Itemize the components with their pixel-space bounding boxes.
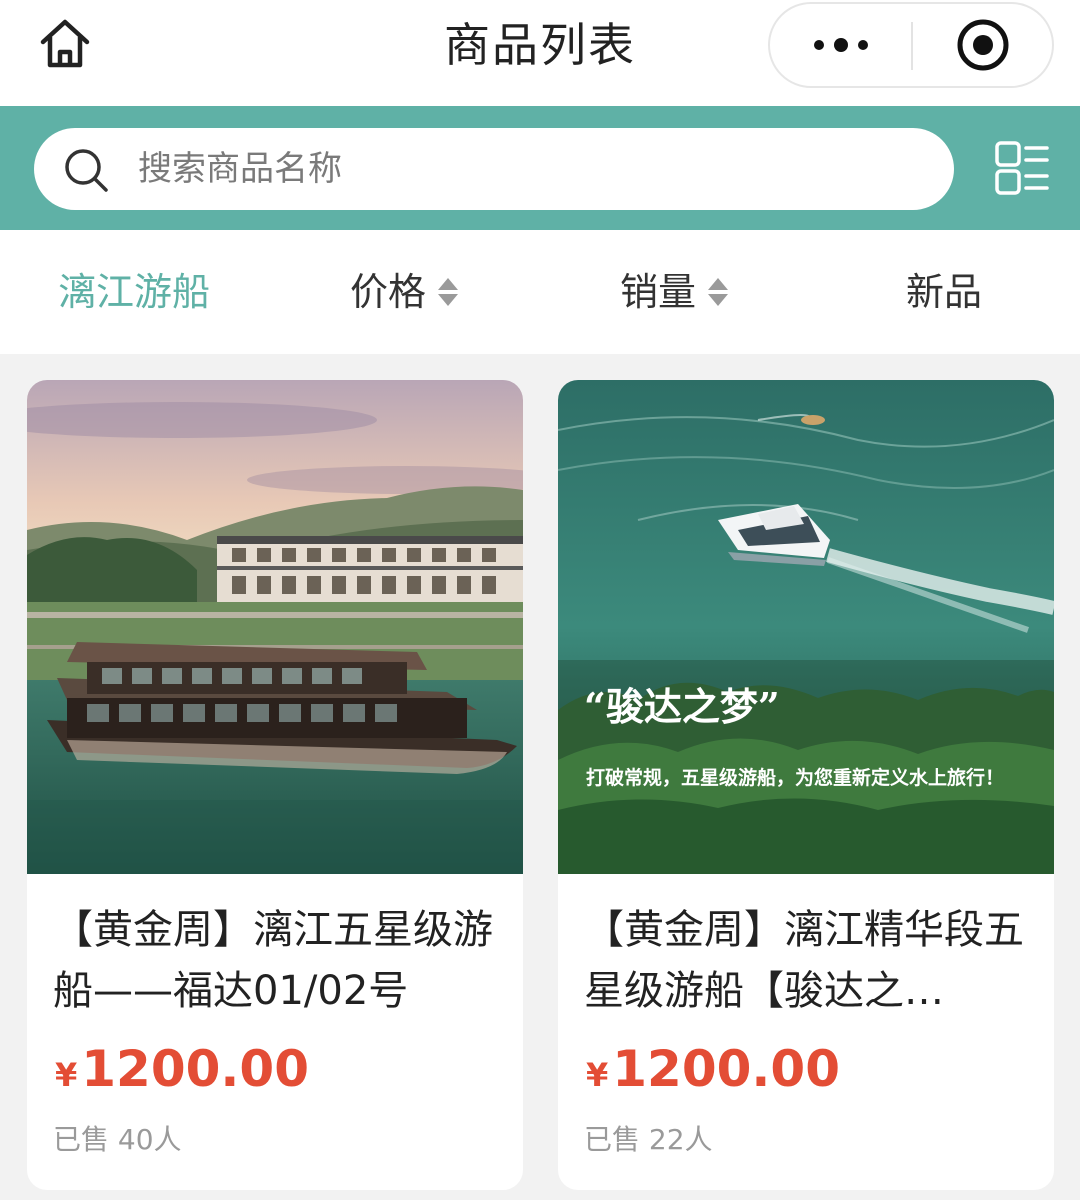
sort-tab-label: 价格 [350,270,427,314]
image-subcaption: 打破常规，五星级游船，为您重新定义水上旅行！ [586,766,1004,789]
search-icon [65,149,108,192]
sort-tab-category[interactable]: 漓江游船 [58,230,210,354]
search-box[interactable] [34,128,954,210]
product-image[interactable] [27,380,523,874]
sort-arrows-icon [708,278,729,306]
search-bar [0,106,1080,230]
mini-program-capsule [768,2,1054,88]
target-icon [957,19,1009,71]
close-button[interactable] [913,4,1053,86]
product-card[interactable]: “骏达之梦” 打破常规，五星级游船，为您重新定义水上旅行！ 【黄金周】漓江精华段… [558,380,1054,1190]
sort-tab-price[interactable]: 价格 [350,230,459,354]
product-price: ¥ 1200.00 [55,1040,309,1098]
sort-tab-sales[interactable]: 销量 [620,230,729,354]
home-button[interactable] [30,12,100,74]
sort-tab-label: 新品 [906,270,983,314]
sort-tab-new[interactable]: 新品 [906,230,982,354]
currency-symbol: ¥ [586,1056,609,1094]
sort-arrows-icon [438,278,459,306]
more-button[interactable] [770,4,912,86]
sort-tab-label: 漓江游船 [58,270,211,314]
product-title[interactable]: 【黄金周】漓江五星级游船——福达01/02号 [53,900,503,1022]
product-card[interactable]: 【黄金周】漓江五星级游船——福达01/02号 ¥ 1200.00 已售 40人 [27,380,523,1190]
price-amount: 1200.00 [81,1040,309,1098]
sold-count: 已售 22人 [584,1123,713,1156]
sort-tab-label: 销量 [620,270,697,314]
sold-count: 已售 40人 [53,1123,182,1156]
product-title[interactable]: 【黄金周】漓江精华段五星级游船【骏达之… [584,900,1034,1022]
currency-symbol: ¥ [55,1056,78,1094]
search-input[interactable] [138,128,918,210]
list-grid-icon[interactable] [994,140,1050,196]
product-price: ¥ 1200.00 [586,1040,840,1098]
product-image[interactable]: “骏达之梦” 打破常规，五星级游船，为您重新定义水上旅行！ [558,380,1054,874]
navigation-bar: 商品列表 [0,0,1080,106]
home-icon [40,19,90,68]
more-dots-icon [814,38,868,52]
image-caption: “骏达之梦” [584,684,780,729]
price-amount: 1200.00 [612,1040,840,1098]
sort-bar: 漓江游船 价格 销量 新品 [0,230,1080,354]
